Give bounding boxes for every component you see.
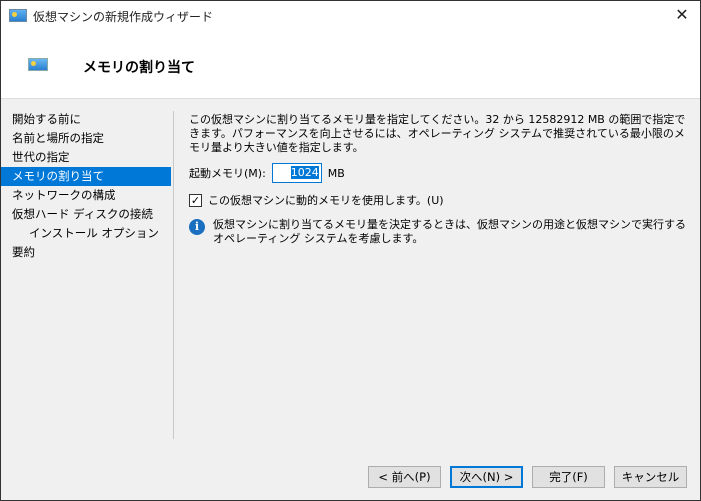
page-header: メモリの割り当て [1,31,700,99]
startup-memory-value: 1024 [290,166,319,179]
dynamic-memory-checkbox[interactable]: ✓ この仮想マシンに動的メモリを使用します。(U) [189,192,444,208]
vm-icon [9,9,27,22]
step-before-you-begin[interactable]: 開始する前に [1,110,171,129]
step-summary[interactable]: 要約 [1,243,171,262]
step-memory[interactable]: メモリの割り当て [1,167,171,186]
wizard-window: 仮想マシンの新規作成ウィザード ✕ メモリの割り当て 開始する前に 名前と場所の… [0,0,701,501]
memory-unit: MB [327,166,345,180]
cancel-button[interactable]: キャンセル [614,466,687,488]
close-button[interactable]: ✕ [672,5,692,24]
step-name-location[interactable]: 名前と場所の指定 [1,129,171,148]
step-network[interactable]: ネットワークの構成 [1,186,171,205]
window-title: 仮想マシンの新規作成ウィザード [33,10,214,24]
info-text: 仮想マシンに割り当てるメモリ量を決定するときは、仮想マシンの用途と仮想マシンで実… [213,218,686,245]
step-generation[interactable]: 世代の指定 [1,148,171,167]
startup-memory-input[interactable]: 1024 [271,163,322,183]
dynamic-memory-label: この仮想マシンに動的メモリを使用します。(U) [208,194,444,207]
startup-memory-label: 起動メモリ(M): [189,167,266,180]
description: この仮想マシンに割り当てるメモリ量を指定してください。32 から 1258291… [189,113,686,154]
memory-icon [28,58,48,71]
step-install-options[interactable]: インストール オプション [1,224,171,243]
prev-button[interactable]: < 前へ(P) [368,466,441,488]
checkbox-check-icon[interactable]: ✓ [189,193,202,207]
finish-button[interactable]: 完了(F) [532,466,605,488]
divider [173,111,174,439]
wizard-steps: 開始する前に 名前と場所の指定 世代の指定 メモリの割り当て ネットワークの構成… [1,110,171,262]
step-virtual-disk[interactable]: 仮想ハード ディスクの接続 [1,205,171,224]
info-icon: i [189,219,205,235]
info-note: i 仮想マシンに割り当てるメモリ量を決定するときは、仮想マシンの用途と仮想マシン… [189,218,689,246]
title-bar: 仮想マシンの新規作成ウィザード ✕ [1,1,700,31]
next-button[interactable]: 次へ(N) > [450,466,523,488]
page-title: メモリの割り当て [83,60,195,76]
